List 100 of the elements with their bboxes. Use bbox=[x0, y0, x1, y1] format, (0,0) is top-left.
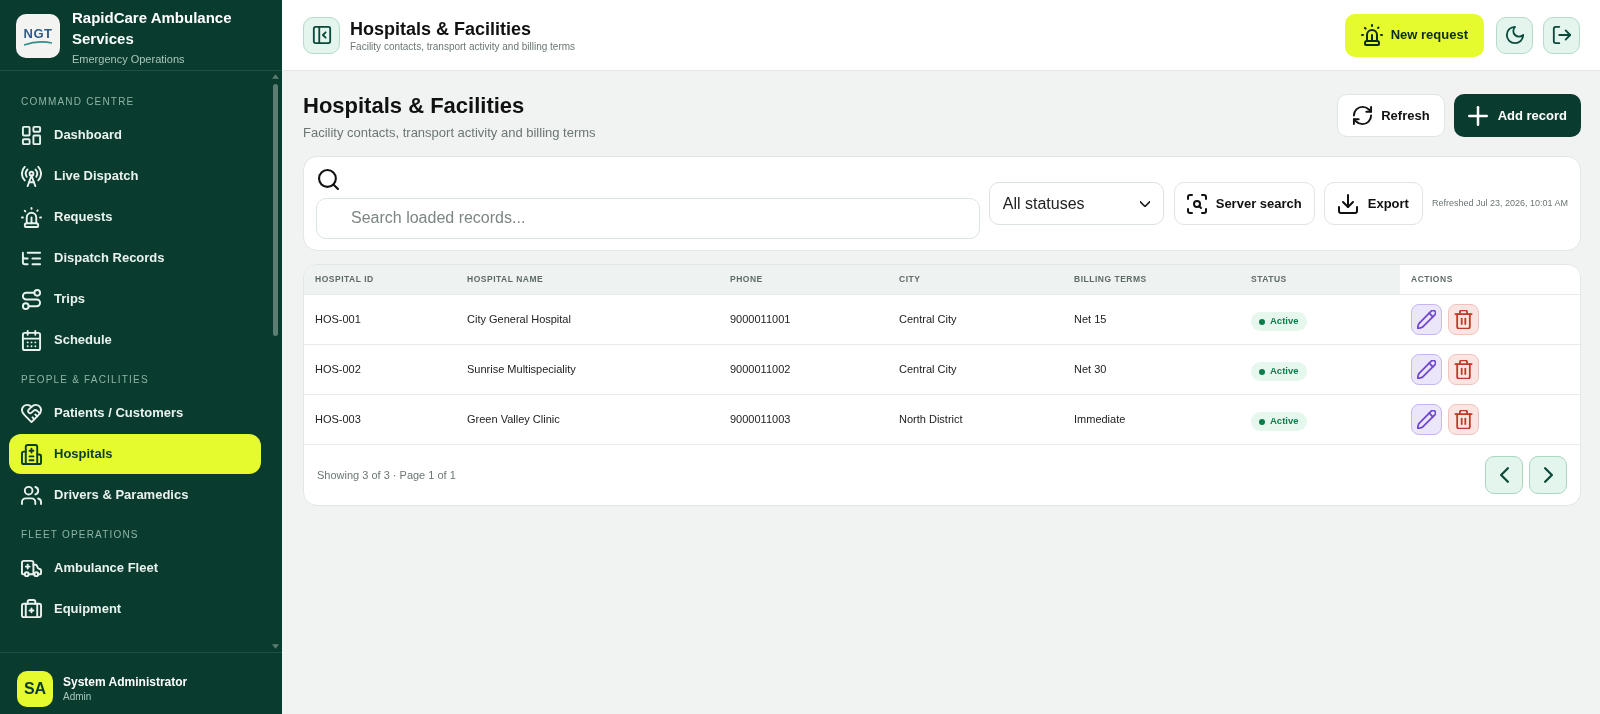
sidebar-item[interactable]: Equipment bbox=[9, 589, 261, 629]
avatar: SA bbox=[17, 670, 53, 707]
section-heading: PEOPLE & FACILITIES bbox=[20, 373, 150, 387]
table-cell-text: Sunrise Multispeciality bbox=[466, 362, 577, 378]
hospital-icon bbox=[21, 443, 42, 465]
route-icon bbox=[21, 288, 42, 310]
add-record-button[interactable]: Add record bbox=[1453, 94, 1581, 137]
pencil-icon bbox=[1417, 310, 1436, 329]
page-title: Hospitals & Facilities bbox=[303, 93, 526, 119]
calendar-icon bbox=[21, 329, 42, 351]
table-cell-text: Central City bbox=[898, 312, 958, 328]
status-dot-icon bbox=[1259, 418, 1265, 425]
scrollbar-thumb[interactable] bbox=[273, 84, 278, 336]
edit-button[interactable] bbox=[1411, 354, 1442, 385]
table-cell-text: 9000011003 bbox=[729, 412, 792, 428]
chevron-left-icon bbox=[1499, 467, 1509, 483]
edit-button[interactable] bbox=[1411, 404, 1442, 435]
refresh-button[interactable]: Refresh bbox=[1337, 94, 1445, 137]
status-dot-icon bbox=[1259, 318, 1265, 325]
moon-icon bbox=[1504, 25, 1525, 45]
download-icon bbox=[1337, 193, 1358, 214]
chevron-right-icon bbox=[1543, 467, 1553, 483]
trash-icon bbox=[1454, 360, 1473, 379]
pencil-icon bbox=[1417, 360, 1436, 379]
edit-button[interactable] bbox=[1411, 304, 1442, 335]
swoosh-icon bbox=[23, 40, 53, 46]
section-heading: COMMAND CENTRE bbox=[20, 95, 136, 109]
chevron-down-icon bbox=[1139, 200, 1150, 207]
sidebar-item[interactable]: Drivers & Paramedics bbox=[9, 475, 261, 515]
trash-icon bbox=[1454, 410, 1473, 429]
sidebar-item[interactable]: Trips bbox=[9, 279, 261, 319]
new-request-button[interactable]: New request bbox=[1344, 13, 1484, 57]
user-name: System Administrator bbox=[63, 674, 188, 690]
table-cell-text: Immediate bbox=[1073, 412, 1127, 428]
status-label: Active bbox=[1270, 414, 1299, 429]
table-cell-text: 9000011002 bbox=[729, 362, 792, 378]
search-field[interactable]: Search loaded records... bbox=[316, 197, 980, 239]
column-header: HOSPITAL NAME bbox=[466, 273, 545, 287]
server-search-button[interactable]: Server search bbox=[1173, 182, 1315, 225]
table-cell-text: HOS-003 bbox=[314, 412, 362, 428]
radio-tower-icon bbox=[21, 165, 42, 187]
sidebar-item[interactable]: Patients / Customers bbox=[9, 393, 261, 433]
column-header: ACTIONS bbox=[1400, 265, 1580, 294]
logout-button[interactable] bbox=[1543, 16, 1580, 54]
users-icon bbox=[21, 484, 42, 506]
column-header: CITY bbox=[898, 273, 922, 287]
pencil-icon bbox=[1417, 410, 1436, 429]
sidebar-toggle-button[interactable] bbox=[303, 16, 340, 54]
previous-page-button[interactable] bbox=[1485, 456, 1523, 494]
pagination-summary: Showing 3 of 3 · Page 1 of 1 bbox=[317, 467, 456, 483]
panel-left-icon bbox=[311, 25, 332, 45]
export-button[interactable]: Export bbox=[1323, 182, 1423, 225]
ambulance-icon bbox=[21, 557, 42, 579]
scroll-up-icon[interactable] bbox=[272, 74, 279, 79]
user-role: Admin bbox=[63, 689, 93, 703]
layout-grid-icon bbox=[21, 124, 42, 146]
table-cell-text: Central City bbox=[898, 362, 958, 378]
heart-handshake-icon bbox=[21, 402, 42, 424]
table-cell-text: Green Valley Clinic bbox=[466, 412, 561, 428]
column-header: BILLING TERMS bbox=[1073, 273, 1148, 287]
next-page-button[interactable] bbox=[1529, 456, 1567, 494]
sidebar-item[interactable]: Dispatch Records bbox=[9, 238, 261, 278]
column-header: PHONE bbox=[729, 273, 764, 287]
scan-search-icon bbox=[1186, 193, 1207, 214]
delete-button[interactable] bbox=[1448, 354, 1479, 385]
table-cell-text: North District bbox=[898, 412, 964, 428]
status-select[interactable]: All statuses bbox=[988, 182, 1164, 225]
sidebar-item[interactable]: Live Dispatch bbox=[9, 156, 261, 196]
sidebar-item[interactable]: Hospitals bbox=[9, 434, 261, 474]
scroll-down-icon[interactable] bbox=[272, 644, 279, 649]
plus-icon bbox=[1467, 105, 1488, 126]
siren-icon bbox=[1360, 24, 1383, 46]
delete-button[interactable] bbox=[1448, 404, 1479, 435]
trash-icon bbox=[1454, 310, 1473, 329]
table-cell-text: HOS-002 bbox=[314, 362, 362, 378]
table-cell-text: Net 15 bbox=[1073, 312, 1108, 328]
column-header: HOSPITAL ID bbox=[314, 273, 375, 287]
sidebar-item[interactable]: Schedule bbox=[9, 320, 261, 360]
table-cell-text: HOS-001 bbox=[314, 312, 362, 328]
sidebar-item[interactable]: Dashboard bbox=[9, 115, 261, 155]
status-label: Active bbox=[1270, 364, 1299, 379]
sidebar-item[interactable]: Ambulance Fleet bbox=[9, 548, 261, 588]
refresh-icon bbox=[1352, 105, 1374, 126]
logout-icon bbox=[1551, 25, 1572, 45]
logo-text: NGT bbox=[23, 26, 53, 41]
header-subtitle: Facility contacts, transport activity and billing terms bbox=[350, 39, 576, 53]
theme-toggle-button[interactable] bbox=[1496, 16, 1533, 54]
status-label: Active bbox=[1270, 314, 1299, 329]
header-title: Hospitals & Facilities bbox=[350, 17, 533, 40]
refreshed-timestamp: Refreshed Jul 23, 2026, 10:01 AM bbox=[1431, 196, 1568, 210]
table-cell-text: Net 30 bbox=[1073, 362, 1108, 378]
column-header: STATUS bbox=[1250, 273, 1288, 287]
medical-kit-icon bbox=[21, 598, 42, 620]
brand-title: RapidCare Ambulance Services bbox=[72, 8, 233, 49]
search-icon bbox=[318, 168, 339, 190]
sidebar-item[interactable]: Requests bbox=[9, 197, 261, 237]
section-heading: FLEET OPERATIONS bbox=[20, 528, 140, 542]
table-cell-text: 9000011001 bbox=[729, 312, 792, 328]
brand-subtitle: Emergency Operations bbox=[72, 52, 186, 66]
delete-button[interactable] bbox=[1448, 304, 1479, 335]
